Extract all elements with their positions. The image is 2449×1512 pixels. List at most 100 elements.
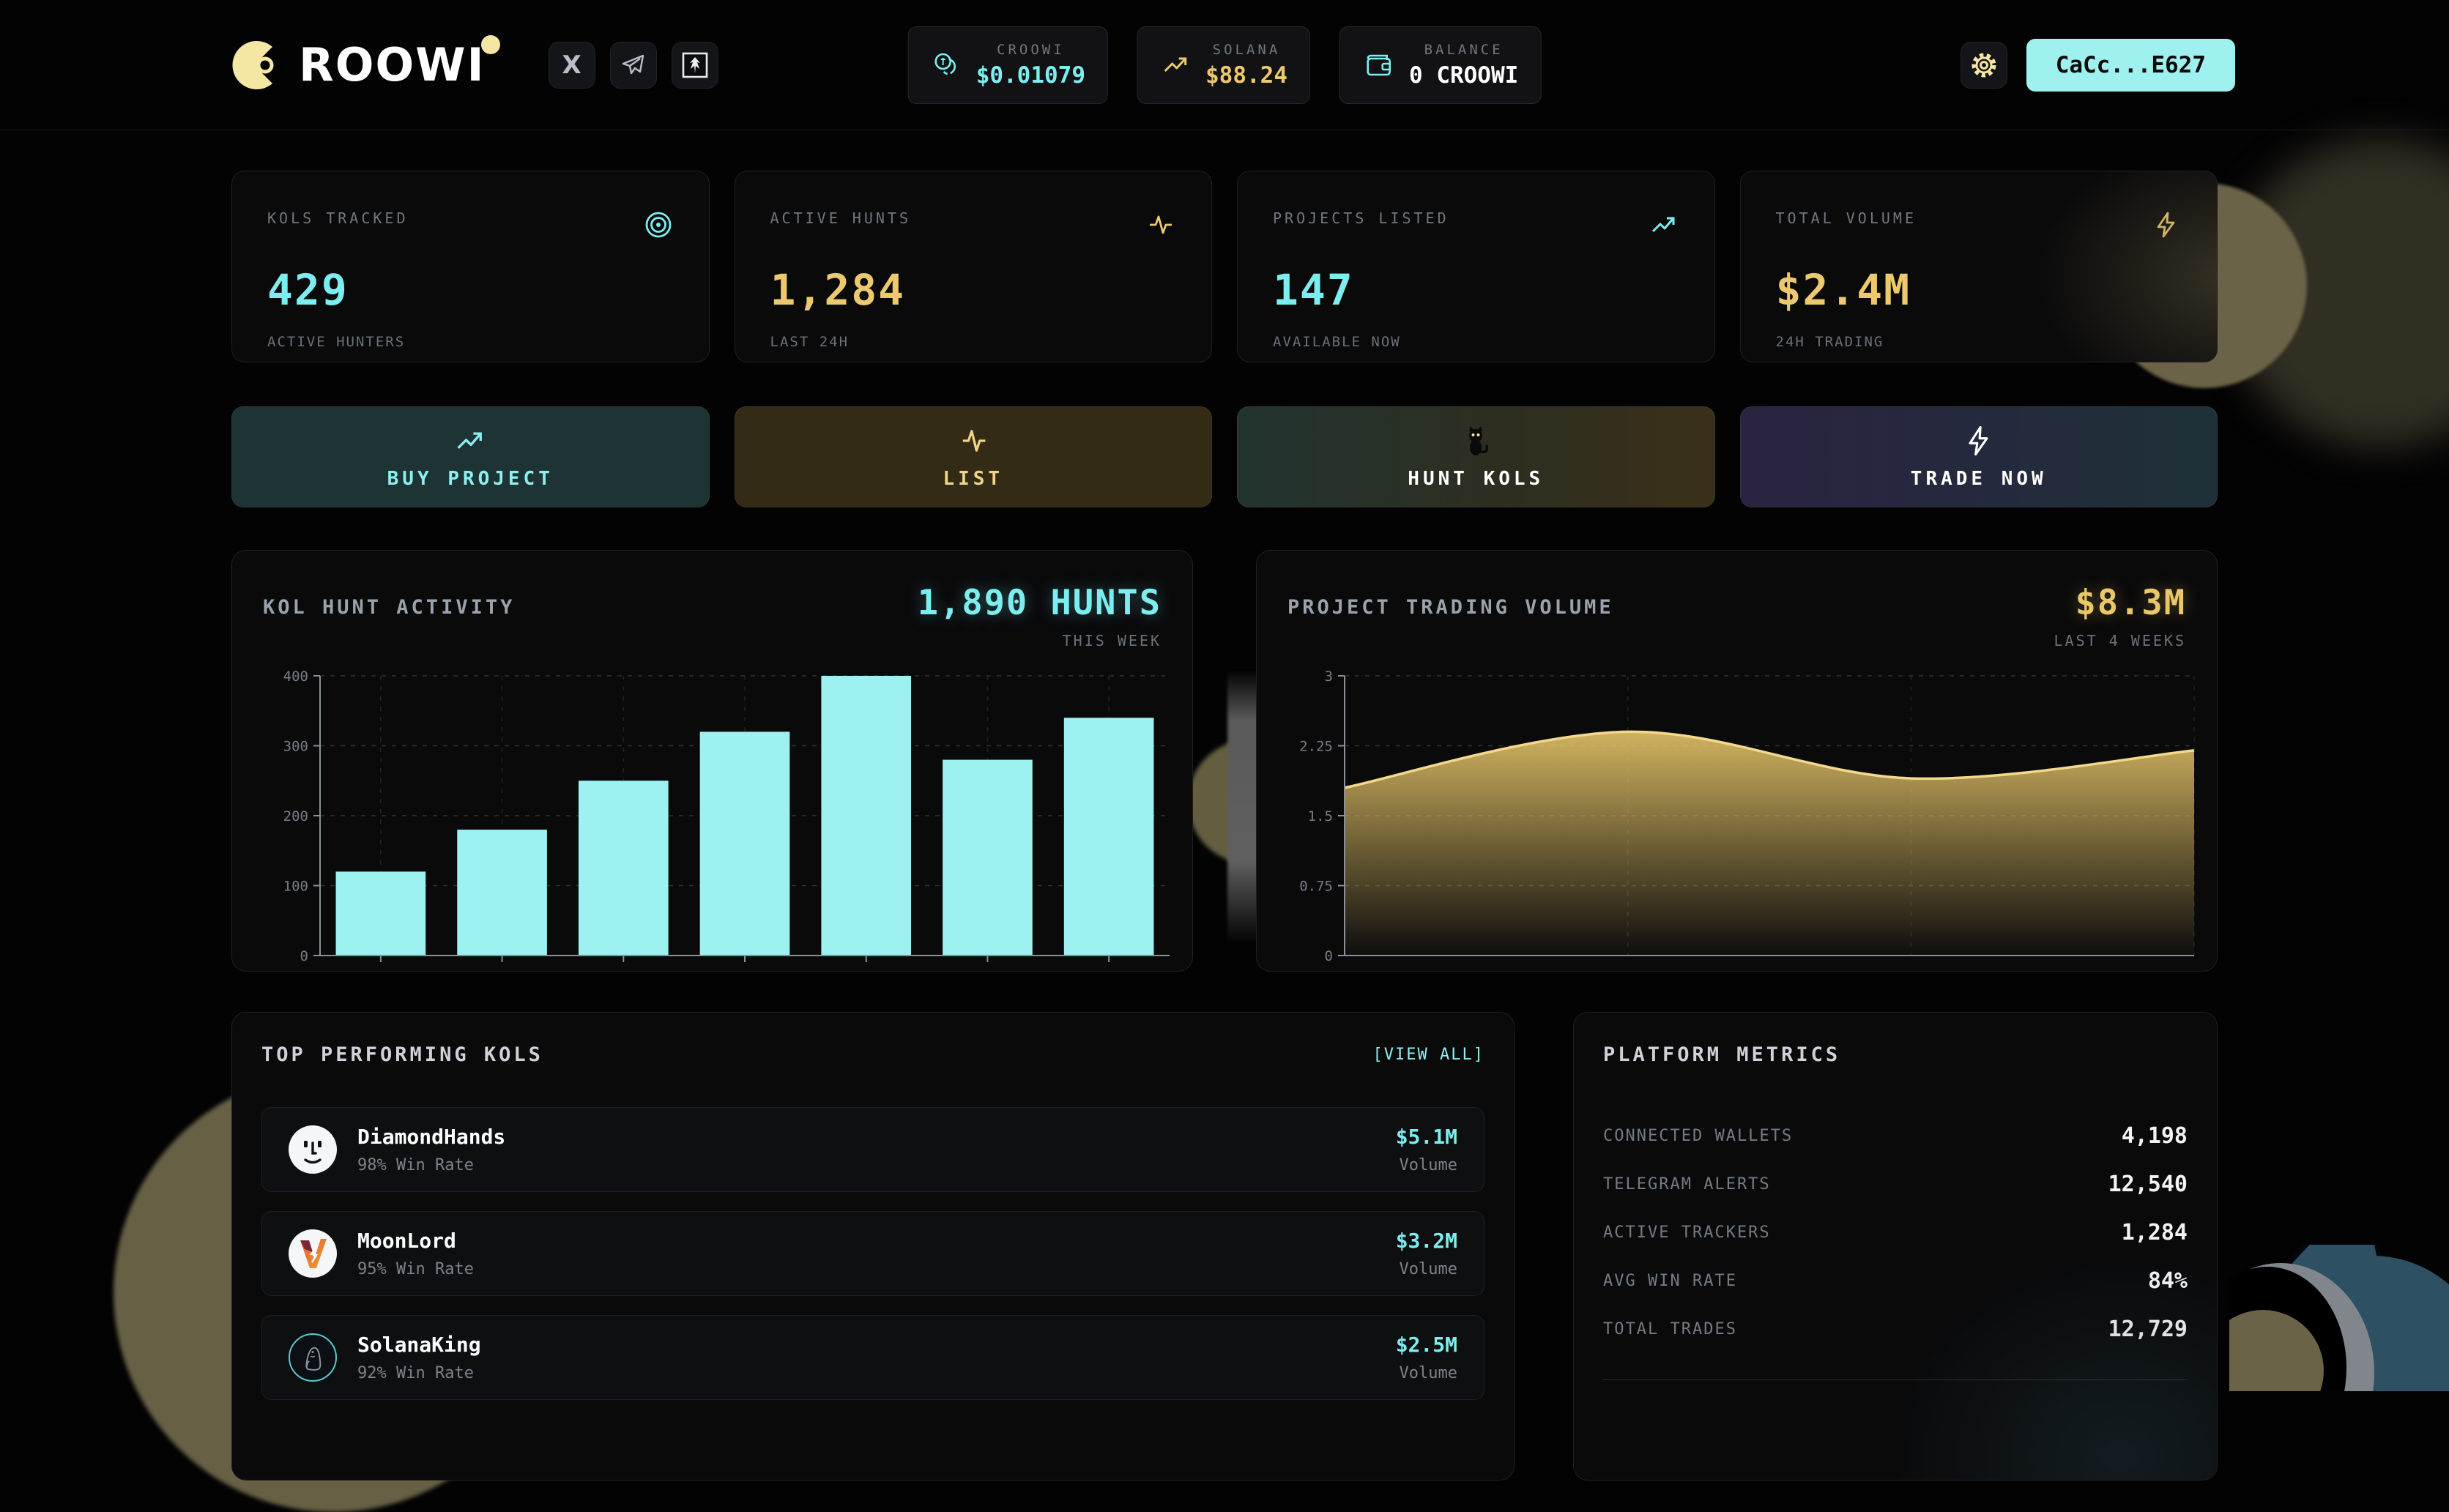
v-logo-avatar: [289, 1229, 337, 1278]
action-label: LIST: [943, 468, 1003, 490]
hunts-total-value: 1,890 HUNTS: [918, 583, 1162, 623]
activity-icon: [1145, 209, 1176, 240]
top-kols-panel: TOP PERFORMING KOLS [VIEW ALL] DiamondHa…: [231, 1012, 1515, 1481]
view-all-link[interactable]: [VIEW ALL]: [1373, 1046, 1484, 1064]
kol-row-moonlord[interactable]: MoonLord 95% Win Rate $3.2M Volume: [261, 1211, 1484, 1296]
chart-subtitle: LAST 4 WEEKS: [2054, 632, 2187, 649]
stat-sub: ACTIVE HUNTERS: [267, 334, 674, 350]
chart-title: PROJECT TRADING VOLUME: [1287, 596, 1614, 619]
stat-value: 147: [1273, 265, 1679, 315]
stat-label: ACTIVE HUNTS: [770, 209, 912, 227]
kol-name: SolanaKing: [357, 1333, 481, 1357]
trade-now-button[interactable]: TRADE NOW: [1740, 406, 2218, 507]
kol-win-rate: 92% Win Rate: [357, 1364, 481, 1382]
svg-text:200: 200: [283, 808, 308, 824]
coins-icon: [931, 49, 963, 81]
kol-volume-label: Volume: [1396, 1364, 1457, 1382]
metric-row-total-trades: TOTAL TRADES 12,729: [1603, 1305, 2188, 1353]
croowi-logo[interactable]: ROOWI: [231, 37, 515, 94]
panel-title: PLATFORM METRICS: [1603, 1043, 2188, 1066]
kol-row-solanaking[interactable]: SolanaKing 92% Win Rate $2.5M Volume: [261, 1315, 1484, 1400]
metric-label: ACTIVE TRACKERS: [1603, 1224, 1771, 1242]
metric-value: 12,540: [2108, 1172, 2188, 1197]
kol-name: MoonLord: [357, 1229, 474, 1253]
kol-volume: $2.5M: [1396, 1333, 1457, 1357]
metric-value: 84%: [2148, 1268, 2188, 1294]
eagle-ring-black: [2229, 1267, 2346, 1391]
x-social-button[interactable]: X: [549, 42, 595, 89]
stat-value: 1,284: [770, 265, 1177, 315]
croowi-price-value: $0.01079: [976, 62, 1085, 89]
balance-badge[interactable]: BALANCE 0 CROOWI: [1339, 26, 1541, 104]
gear-icon: [1969, 51, 1999, 80]
list-button[interactable]: LIST: [735, 406, 1213, 507]
stat-sub: AVAILABLE NOW: [1273, 334, 1679, 350]
metric-row-connected-wallets: CONNECTED WALLETS 4,198: [1603, 1111, 2188, 1160]
stat-label: PROJECTS LISTED: [1273, 209, 1449, 227]
project-trading-volume-card: PROJECT TRADING VOLUME $8.3M LAST 4 WEEK…: [1256, 550, 2218, 972]
eagle-icon: [681, 51, 709, 79]
metric-label: CONNECTED WALLETS: [1603, 1127, 1793, 1145]
action-label: BUY PROJECT: [387, 468, 554, 490]
stat-sub: LAST 24H: [770, 334, 1177, 350]
charts-row: KOL HUNT ACTIVITY 1,890 HUNTS THIS WEEK …: [231, 550, 2218, 972]
metric-label: AVG WIN RATE: [1603, 1272, 1737, 1290]
logo-text: ROOWI: [299, 42, 486, 88]
kol-win-rate: 98% Win Rate: [357, 1156, 505, 1174]
bottom-row: TOP PERFORMING KOLS [VIEW ALL] DiamondHa…: [231, 1012, 2218, 1481]
svg-text:0.75: 0.75: [1299, 879, 1333, 895]
eagle-eye: [2229, 1310, 2324, 1391]
activity-icon: [956, 424, 990, 458]
metrics-divider: [1603, 1379, 2188, 1380]
face-avatar: [289, 1125, 337, 1174]
trend-up-icon: [1649, 209, 1679, 240]
action-label: TRADE NOW: [1911, 468, 2047, 490]
target-icon: [643, 209, 674, 240]
svg-text:300: 300: [283, 739, 308, 755]
telegram-button[interactable]: [610, 42, 657, 89]
svg-text:400: 400: [283, 669, 308, 685]
stat-value: $2.4M: [1776, 265, 2182, 315]
badge-label: BALANCE: [1424, 42, 1504, 58]
action-label: HUNT KOLS: [1408, 468, 1544, 490]
decor-eagle-logo: [2229, 1245, 2449, 1391]
panel-title: TOP PERFORMING KOLS: [261, 1043, 543, 1066]
svg-text:0: 0: [1325, 948, 1333, 964]
balance-value: 0 CROOWI: [1409, 62, 1518, 89]
wallet-address-button[interactable]: CaCc...E627: [2026, 39, 2235, 92]
trend-up-icon: [1160, 49, 1192, 81]
eagle-link-button[interactable]: [672, 42, 718, 89]
kol-volume: $3.2M: [1396, 1229, 1457, 1253]
svg-text:0: 0: [300, 948, 308, 964]
buy-project-button[interactable]: BUY PROJECT: [231, 406, 710, 507]
svg-text:3: 3: [1325, 669, 1333, 685]
badge-label: SOLANA: [1213, 42, 1281, 58]
stat-card-projects-listed: PROJECTS LISTED 147 AVAILABLE NOW: [1237, 171, 1715, 362]
hunt-kols-button[interactable]: HUNT KOLS: [1237, 406, 1715, 507]
stats-row: KOLS TRACKED 429 ACTIVE HUNTERS ACTIVE H…: [231, 171, 2218, 362]
actions-row: BUY PROJECT LIST HUNT KOLS TRADE NOW: [231, 406, 2218, 507]
stat-sub: 24H TRADING: [1776, 334, 2182, 350]
kol-row-diamondhands[interactable]: DiamondHands 98% Win Rate $5.1M Volume: [261, 1107, 1484, 1192]
svg-text:1.5: 1.5: [1308, 808, 1333, 824]
croowi-price-badge[interactable]: CROOWI $0.01079: [908, 26, 1108, 104]
metric-row-telegram-alerts: TELEGRAM ALERTS 12,540: [1603, 1160, 2188, 1208]
zap-icon: [2151, 209, 2182, 240]
kol-hunt-activity-card: KOL HUNT ACTIVITY 1,890 HUNTS THIS WEEK …: [231, 550, 1193, 972]
trading-volume-area-chart: 00.751.52.253W1W2W3W4: [1287, 666, 2186, 972]
settings-button[interactable]: [1961, 42, 2007, 89]
wallet-icon: [1362, 48, 1396, 82]
svg-text:100: 100: [283, 879, 308, 895]
solana-price-badge[interactable]: SOLANA $88.24: [1137, 26, 1310, 104]
metric-row-active-trackers: ACTIVE TRACKERS 1,284: [1603, 1208, 2188, 1256]
solana-price-value: $88.24: [1205, 62, 1287, 89]
stat-value: 429: [267, 265, 674, 315]
stat-card-kols-tracked: KOLS TRACKED 429 ACTIVE HUNTERS: [231, 171, 710, 362]
metric-value: 12,729: [2108, 1317, 2188, 1342]
kol-volume-label: Volume: [1396, 1260, 1457, 1278]
eagle-head: [2255, 1256, 2449, 1391]
metric-value: 1,284: [2122, 1220, 2188, 1245]
badge-label: CROOWI: [997, 42, 1065, 58]
metric-value: 4,198: [2122, 1123, 2188, 1149]
stat-card-total-volume: TOTAL VOLUME $2.4M 24H TRADING: [1740, 171, 2218, 362]
